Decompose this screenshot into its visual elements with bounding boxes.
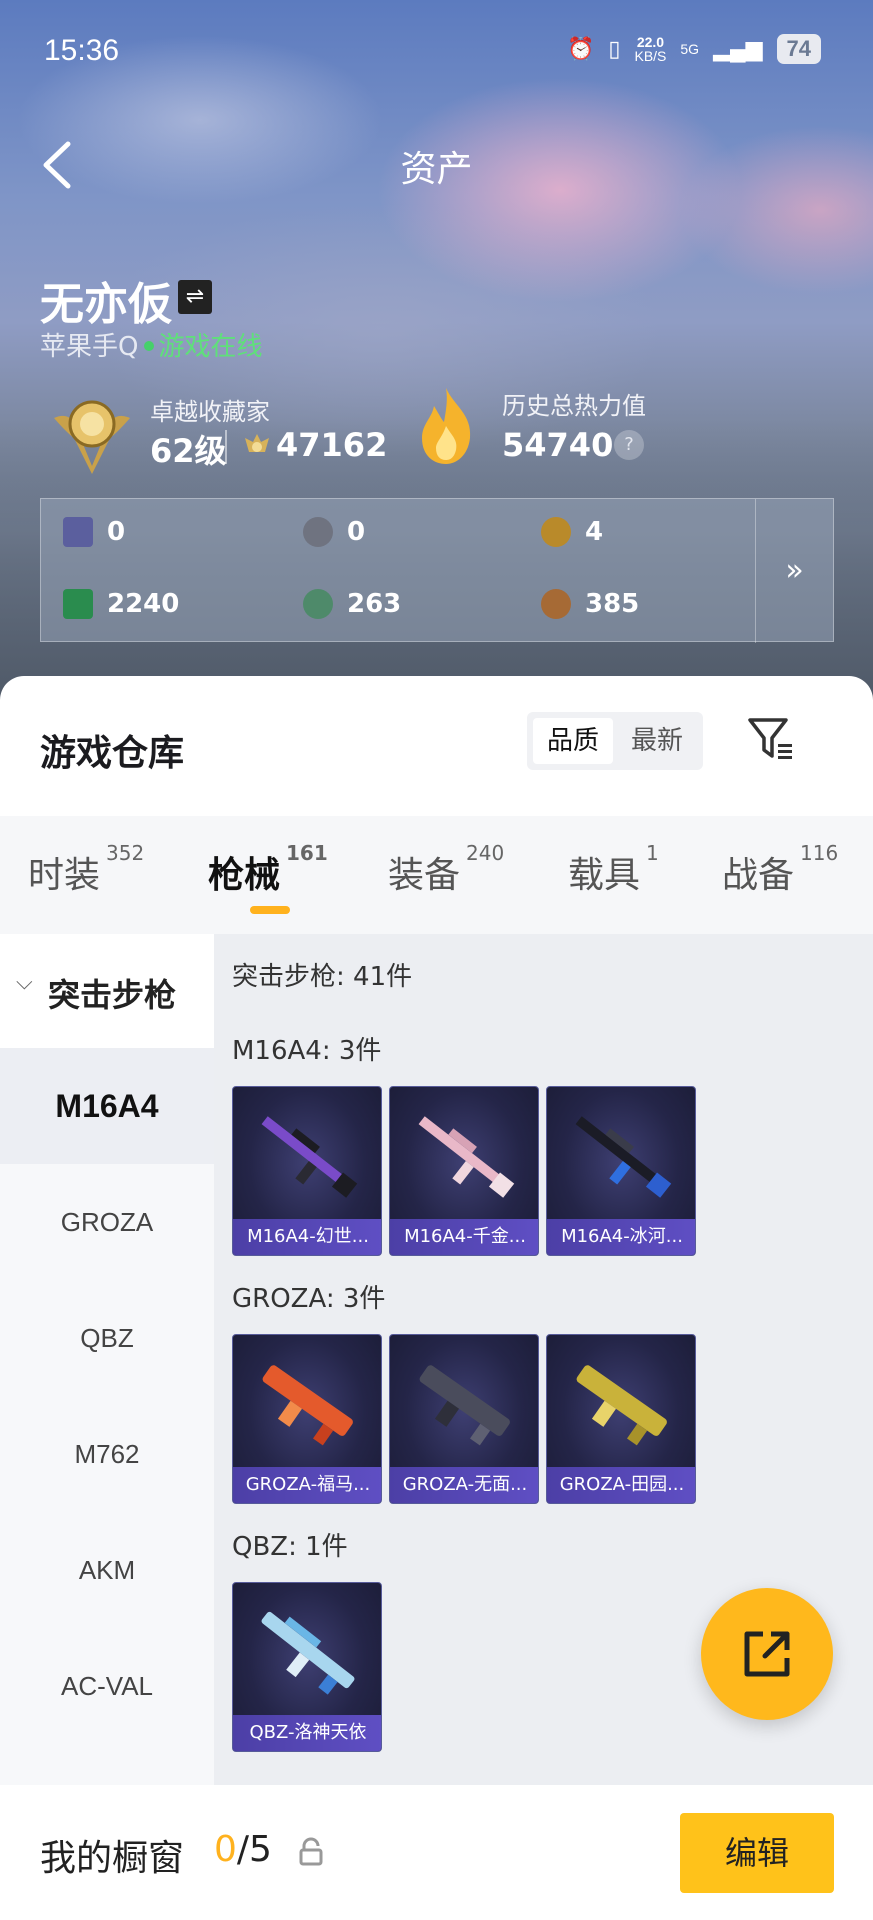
weapon-name: QBZ-洛神天依 (233, 1715, 381, 1751)
battery-indicator: 74 (776, 34, 821, 64)
stat-item: 263 (303, 589, 401, 619)
heat-value: 54740 (502, 426, 614, 464)
weapon-name: GROZA-福马... (233, 1467, 381, 1503)
weapon-name: M16A4-冰河... (547, 1219, 695, 1255)
sort-quality-button[interactable]: 品质 (533, 718, 613, 764)
stat-item: 0 (63, 517, 125, 547)
weapon-card[interactable]: GROZA-福马... (232, 1334, 382, 1504)
stat-item: 385 (541, 589, 639, 619)
username: 无亦仮 (40, 279, 172, 330)
stat-item: 0 (303, 517, 365, 547)
chevron-down-icon: ⌵ (16, 970, 33, 995)
account-status: 苹果手Q 游戏在线 (40, 326, 262, 363)
alarm-icon: ⏰ (566, 36, 595, 61)
sidebar-item-qbz[interactable]: QBZ (0, 1280, 214, 1396)
share-fab-button[interactable] (701, 1588, 833, 1720)
active-tab-indicator (250, 906, 290, 914)
weapon-name: M16A4-幻世... (233, 1219, 381, 1255)
rifle-icon (576, 1365, 667, 1446)
signal-icon: ▂▄▆ (713, 36, 763, 61)
online-dot-icon (144, 341, 155, 351)
sort-toggle: 品质 最新 (527, 712, 703, 770)
weapon-card[interactable]: M16A4-冰河... (546, 1086, 696, 1256)
weapon-name: GROZA-田园... (547, 1467, 695, 1503)
rifle-icon (261, 1116, 358, 1198)
rifle-icon (262, 1365, 353, 1446)
filter-icon[interactable] (746, 714, 796, 764)
tab-supplies[interactable]: 战备116 (722, 841, 838, 898)
stat-item: 2240 (63, 589, 179, 619)
network-type: 5G (680, 41, 700, 57)
tab-firearms[interactable]: 枪械161 (208, 841, 328, 914)
online-status: 游戏在线 (158, 332, 263, 362)
divider (225, 430, 227, 464)
help-icon[interactable]: ? (614, 430, 644, 460)
bronze-coin-icon (541, 589, 571, 619)
gold-coin-icon (541, 517, 571, 547)
sidebar-item-m762[interactable]: M762 (0, 1396, 214, 1512)
status-icons: ⏰ ▯ 22.0 KB/S 5G ▂▄▆ 74 (567, 34, 821, 64)
vibrate-icon: ▯ (608, 36, 621, 61)
switch-account-icon[interactable]: ⇌ (178, 280, 212, 314)
sort-latest-button[interactable]: 最新 (617, 718, 697, 764)
share-external-icon (744, 1631, 790, 1677)
heat-label: 历史总热力值 (502, 392, 646, 420)
rifle-icon (418, 1116, 515, 1198)
sidebar-item-m16a4[interactable]: M16A4 (0, 1048, 214, 1164)
rifle-icon (575, 1116, 672, 1198)
category-summary: 突击步枪: 41件 (232, 962, 413, 992)
green-card-icon (63, 589, 93, 619)
level-label: 卓越收藏家 (150, 398, 270, 426)
stat-item: 4 (541, 517, 603, 547)
collector-points: 47162 (276, 426, 388, 464)
expand-stats-icon[interactable]: » (755, 499, 833, 643)
weapon-name: M16A4-千金... (390, 1219, 538, 1255)
showcase-label: 我的橱窗 (40, 1838, 185, 1879)
showcase-footer: 我的橱窗 0/5 编辑 (0, 1785, 873, 1920)
status-bar: 15:36 ⏰ ▯ 22.0 KB/S 5G ▂▄▆ 74 (0, 0, 873, 104)
tab-vehicles[interactable]: 载具1 (568, 841, 659, 898)
rifle-icon (261, 1611, 355, 1695)
lock-icon (299, 1837, 323, 1866)
points-badge-icon (245, 434, 269, 452)
category-assault-rifle[interactable]: ⌵ 突击步枪 (0, 934, 214, 1048)
warehouse-sheet: 游戏仓库 品质 最新 时装352 枪械161 装备240 载具1 战备116 ⌵… (0, 676, 873, 1920)
edit-button[interactable]: 编辑 (680, 1813, 834, 1893)
sidebar-item-groza[interactable]: GROZA (0, 1164, 214, 1280)
showcase-count: 0/5 (214, 1829, 272, 1870)
sidebar-item-akm[interactable]: AKM (0, 1512, 214, 1628)
weapon-sidebar: ⌵ 突击步枪 M16A4 GROZA QBZ M762 AKM AC-VAL (0, 934, 214, 1814)
tab-equipment[interactable]: 装备240 (388, 841, 504, 898)
weapon-card[interactable]: M16A4-幻世... (232, 1086, 382, 1256)
weapon-name: GROZA-无面... (390, 1467, 538, 1503)
collector-level: 62级 (150, 432, 227, 470)
sidebar-item-ac-val[interactable]: AC-VAL (0, 1628, 214, 1744)
status-time: 15:36 (44, 34, 120, 67)
weapon-card[interactable]: M16A4-千金... (389, 1086, 539, 1256)
section-header-groza: GROZA: 3件 (232, 1284, 386, 1314)
weapon-card[interactable]: GROZA-无面... (389, 1334, 539, 1504)
section-header-m16a4: M16A4: 3件 (232, 1036, 382, 1066)
profile-header: 15:36 ⏰ ▯ 22.0 KB/S 5G ▂▄▆ 74 资产 无亦仮 ⇌ 苹果… (0, 0, 873, 700)
page-title: 资产 (400, 149, 473, 190)
flame-icon (422, 388, 471, 464)
tab-fashion[interactable]: 时装352 (28, 841, 144, 898)
weapon-card[interactable]: GROZA-田园... (546, 1334, 696, 1504)
rifle-icon (419, 1365, 510, 1446)
warehouse-title: 游戏仓库 (40, 733, 185, 774)
section-header-qbz: QBZ: 1件 (232, 1532, 348, 1562)
category-tabs: 时装352 枪械161 装备240 载具1 战备116 (0, 816, 873, 934)
currency-stats-panel[interactable]: 0 0 4 2240 263 385 » (40, 498, 834, 643)
net-speed: 22.0 KB/S (634, 34, 667, 64)
silver-coin-icon (303, 517, 333, 547)
account-type: 苹果手Q (40, 332, 139, 362)
collector-medal-icon (54, 400, 130, 474)
ticket-card-icon (63, 517, 93, 547)
weapon-card[interactable]: QBZ-洛神天依 (232, 1582, 382, 1752)
green-coin-icon (303, 589, 333, 619)
